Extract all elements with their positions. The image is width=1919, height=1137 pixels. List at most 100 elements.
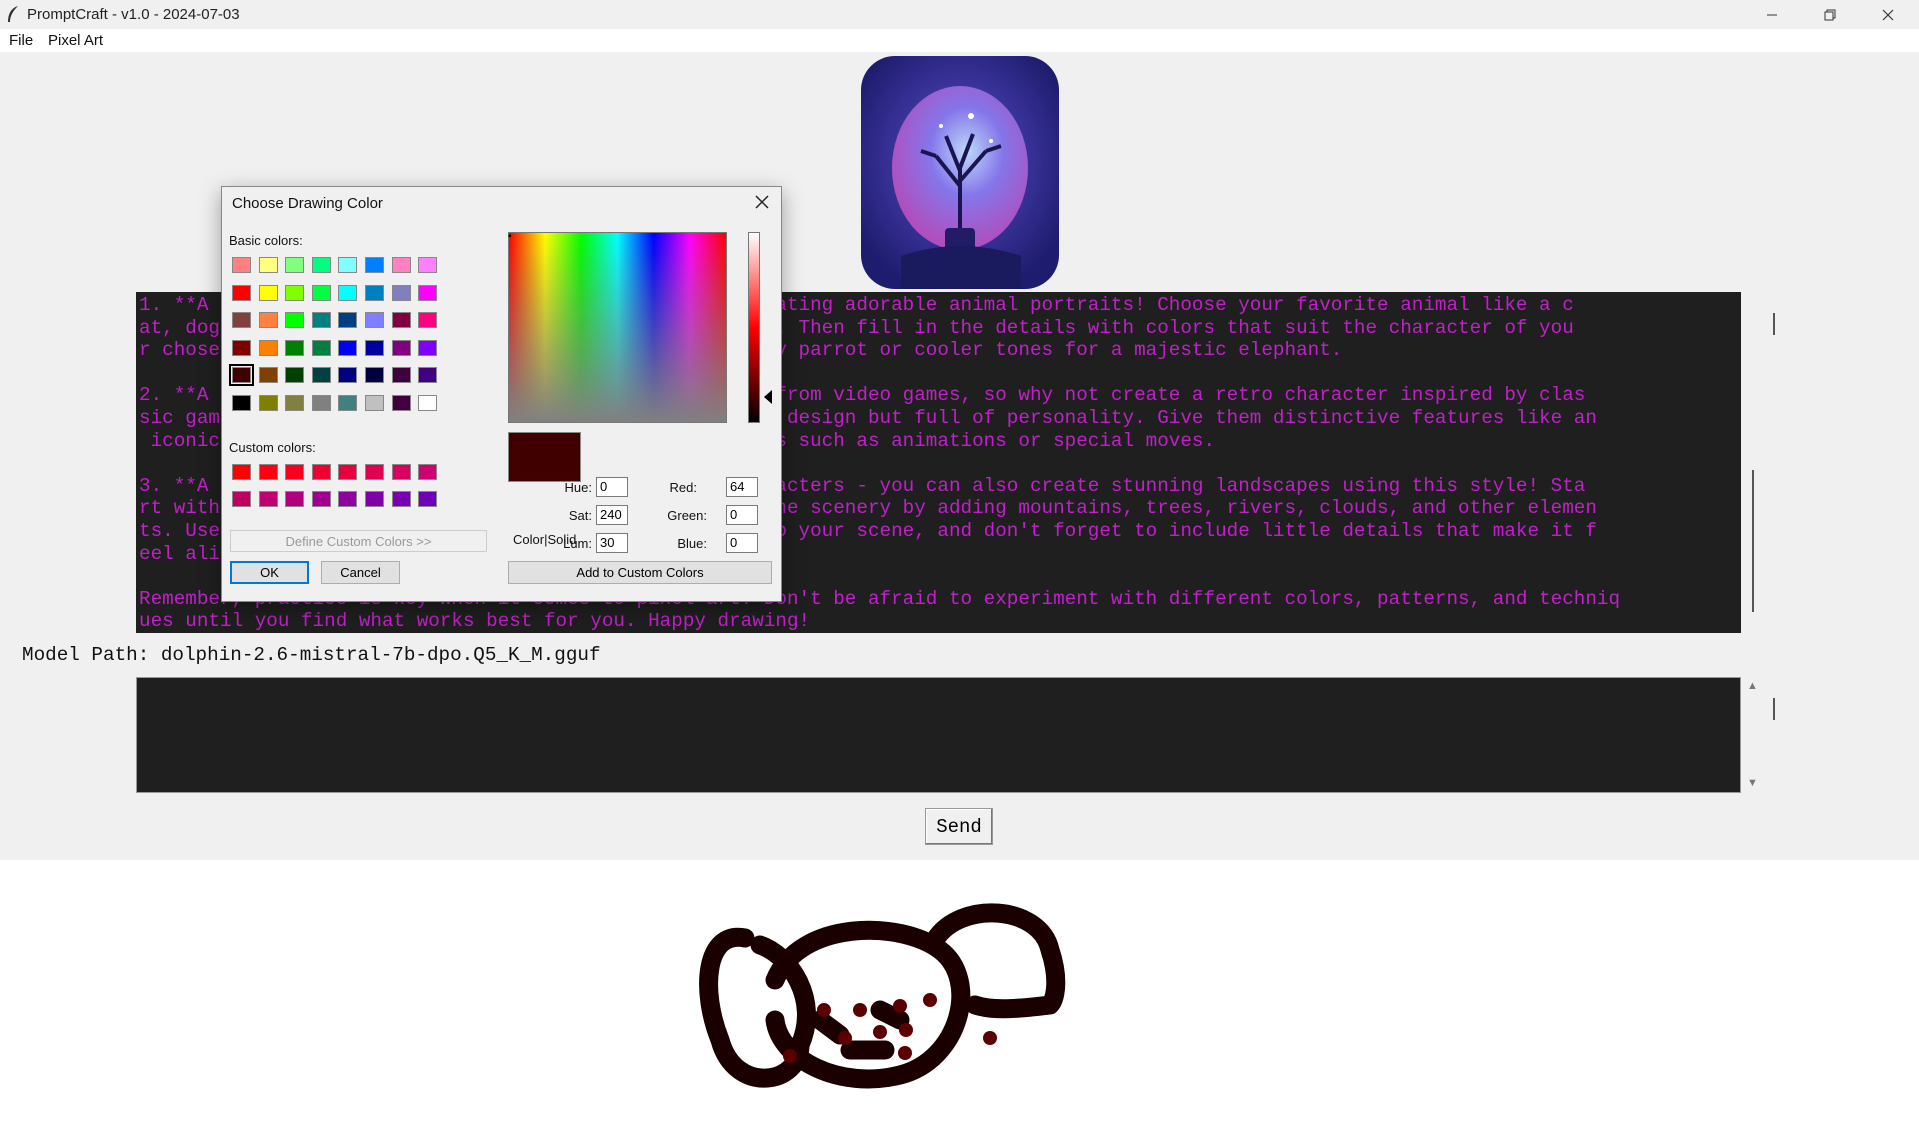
- basic-color-swatch[interactable]: [365, 257, 384, 273]
- input-scrollbar-thumb[interactable]: [1773, 698, 1775, 720]
- custom-color-swatch[interactable]: [311, 491, 331, 507]
- basic-color-swatch[interactable]: [285, 339, 305, 356]
- drawing-canvas[interactable]: [0, 860, 1919, 1137]
- basic-color-swatch[interactable]: [258, 312, 278, 329]
- close-icon[interactable]: [753, 193, 771, 211]
- output-scrollbar-thumb[interactable]: [1752, 470, 1754, 612]
- basic-color-swatch[interactable]: [365, 284, 384, 301]
- basic-color-swatch[interactable]: [258, 367, 278, 384]
- basic-color-swatch[interactable]: [285, 312, 305, 329]
- sat-label: Sat:: [568, 508, 592, 523]
- basic-color-swatch[interactable]: [365, 339, 384, 356]
- custom-color-swatch[interactable]: [391, 464, 411, 480]
- title-bar: PromptCraft - v1.0 - 2024-07-03: [0, 0, 1919, 29]
- basic-color-swatch[interactable]: [311, 395, 331, 411]
- menu-bar: File Pixel Art: [0, 29, 1919, 52]
- custom-color-swatch[interactable]: [338, 464, 358, 480]
- basic-color-swatch[interactable]: [391, 367, 411, 384]
- send-button[interactable]: Send: [925, 808, 993, 845]
- basic-color-swatch[interactable]: [232, 395, 251, 411]
- custom-color-swatch[interactable]: [258, 491, 278, 507]
- custom-color-swatch[interactable]: [418, 464, 438, 480]
- basic-color-swatch[interactable]: [229, 364, 254, 387]
- basic-color-swatch[interactable]: [258, 257, 278, 273]
- custom-color-swatch[interactable]: [365, 464, 384, 480]
- custom-color-swatch[interactable]: [418, 491, 438, 507]
- basic-color-swatch[interactable]: [418, 312, 438, 329]
- prompt-input[interactable]: [136, 677, 1741, 793]
- basic-color-swatch[interactable]: [311, 257, 331, 273]
- basic-color-swatch[interactable]: [311, 339, 331, 356]
- sat-field[interactable]: 240: [596, 505, 628, 525]
- custom-color-swatch[interactable]: [365, 491, 384, 507]
- menu-pixel-art[interactable]: Pixel Art: [48, 32, 103, 49]
- basic-color-swatch[interactable]: [338, 312, 358, 329]
- close-button[interactable]: [1859, 0, 1917, 29]
- close-icon: [1882, 9, 1894, 20]
- add-to-custom-colors-button[interactable]: Add to Custom Colors: [508, 561, 772, 584]
- cancel-button[interactable]: Cancel: [321, 561, 400, 584]
- basic-color-swatch[interactable]: [365, 395, 384, 411]
- custom-color-swatch[interactable]: [232, 464, 251, 480]
- lum-field[interactable]: 30: [596, 533, 628, 553]
- basic-color-swatch[interactable]: [418, 284, 438, 301]
- basic-color-swatch[interactable]: [391, 284, 411, 301]
- green-field[interactable]: 0: [726, 505, 758, 525]
- basic-color-swatch[interactable]: [391, 395, 411, 411]
- basic-color-swatch[interactable]: [338, 395, 358, 411]
- basic-color-swatch[interactable]: [285, 367, 305, 384]
- red-field[interactable]: 64: [726, 477, 758, 497]
- scroll-up-icon[interactable]: ▲: [1747, 680, 1758, 692]
- basic-color-swatch[interactable]: [258, 339, 278, 356]
- scroll-down-icon[interactable]: ▼: [1747, 777, 1758, 789]
- crosshair-icon: ▪: [508, 231, 512, 242]
- basic-color-swatch[interactable]: [285, 284, 305, 301]
- luminance-slider[interactable]: [748, 232, 760, 423]
- basic-color-swatch[interactable]: [311, 284, 331, 301]
- blue-field[interactable]: 0: [726, 533, 758, 553]
- output-scrollbar-top[interactable]: [1773, 313, 1775, 335]
- basic-color-swatch[interactable]: [391, 312, 411, 329]
- model-path-label: Model Path: dolphin-2.6-mistral-7b-dpo.Q…: [22, 644, 601, 666]
- basic-color-swatch[interactable]: [232, 339, 251, 356]
- basic-color-swatch[interactable]: [365, 367, 384, 384]
- restore-icon: [1824, 9, 1836, 20]
- hue-field[interactable]: 0: [596, 477, 628, 497]
- basic-color-swatch[interactable]: [391, 339, 411, 356]
- basic-color-swatch[interactable]: [311, 367, 331, 384]
- custom-color-swatch[interactable]: [391, 491, 411, 507]
- basic-color-swatch[interactable]: [232, 257, 251, 273]
- basic-color-swatch[interactable]: [285, 395, 305, 411]
- define-custom-colors-button[interactable]: Define Custom Colors >>: [230, 530, 487, 552]
- basic-color-swatch[interactable]: [258, 284, 278, 301]
- custom-color-swatch[interactable]: [285, 464, 305, 480]
- basic-color-swatch[interactable]: [338, 284, 358, 301]
- basic-color-swatch[interactable]: [338, 339, 358, 356]
- minimize-button[interactable]: [1743, 0, 1801, 29]
- basic-color-swatch[interactable]: [232, 312, 251, 329]
- basic-color-swatch[interactable]: [391, 257, 411, 273]
- freehand-drawing: [699, 903, 1066, 1089]
- basic-color-swatch[interactable]: [232, 284, 251, 301]
- basic-color-swatch[interactable]: [258, 395, 278, 411]
- basic-color-swatch[interactable]: [285, 257, 305, 273]
- custom-color-swatch[interactable]: [258, 464, 278, 480]
- basic-color-swatch[interactable]: [418, 257, 438, 273]
- basic-color-swatch[interactable]: [418, 339, 438, 356]
- basic-color-swatch[interactable]: [418, 395, 438, 411]
- restore-button[interactable]: [1801, 0, 1859, 29]
- color-spectrum[interactable]: [508, 232, 727, 423]
- color-picker-dialog: Choose Drawing Color Basic colors: Custo…: [221, 186, 782, 602]
- custom-color-swatch[interactable]: [232, 491, 251, 507]
- ok-button[interactable]: OK: [230, 561, 309, 584]
- basic-color-swatch[interactable]: [338, 367, 358, 384]
- basic-color-swatch[interactable]: [365, 312, 384, 329]
- custom-color-swatch[interactable]: [285, 491, 305, 507]
- basic-color-swatch[interactable]: [338, 257, 358, 273]
- custom-color-swatch[interactable]: [311, 464, 331, 480]
- basic-color-swatch[interactable]: [311, 312, 331, 329]
- basic-color-swatch[interactable]: [418, 367, 438, 384]
- custom-color-swatch[interactable]: [338, 491, 358, 507]
- menu-file[interactable]: File: [9, 32, 33, 49]
- luminance-arrow-icon[interactable]: [764, 390, 772, 404]
